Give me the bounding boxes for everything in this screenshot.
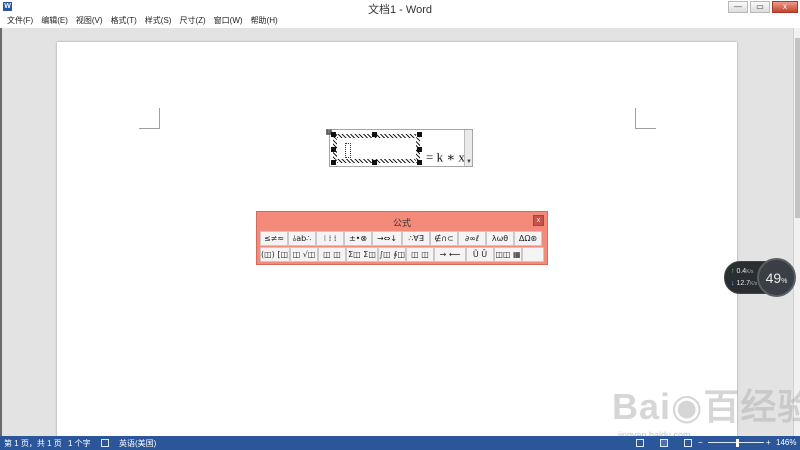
summation-templates-button[interactable]: Σ◫ Σ◫ <box>346 247 378 262</box>
equation-toolbar-palettes: ≤≠≈ ⫰ab∴ ⁝ ⁞ ⁞ ±•⊗ →⇔↓ ∴∀∃ ∉∩⊂ ∂∞ℓ λωθ Δ… <box>260 231 544 263</box>
status-bar: 第 1 页，共 1 页 1 个字 英语(美国) − + 146% <box>0 436 800 450</box>
resize-handle-tm[interactable] <box>372 132 377 137</box>
labeled-arrow-templates-button[interactable]: → ⟵ <box>434 247 466 262</box>
equation-cursor <box>345 143 351 158</box>
download-arrow-icon: ↓ <box>731 280 735 287</box>
menu-size[interactable]: 尺寸(Z) <box>175 14 209 28</box>
product-set-templates-button[interactable]: Ũ Ū <box>466 247 494 262</box>
menu-file[interactable]: 文件(F) <box>3 14 37 28</box>
underbar-overbar-templates-button[interactable]: ◫ ◫ <box>406 247 434 262</box>
close-button[interactable]: x <box>772 1 798 13</box>
misc-symbols-button[interactable]: ∂∞ℓ <box>458 231 486 246</box>
menu-bar: 文件(F) 编辑(E) 视图(V) 格式(T) 样式(S) 尺寸(Z) 窗口(W… <box>0 14 800 28</box>
margin-mark-top-left <box>139 108 160 129</box>
margin-mark-top-right <box>635 108 656 129</box>
percent-sign: % <box>781 278 788 285</box>
operator-symbols-button[interactable]: ±•⊗ <box>344 231 372 246</box>
zoom-out-button[interactable]: − <box>698 438 703 447</box>
restore-button[interactable]: ▭ <box>750 1 770 13</box>
upload-arrow-icon: ↑ <box>731 268 735 275</box>
greek-uppercase-button[interactable]: ΔΩ⊛ <box>514 231 542 246</box>
memory-usage-percent: 49 <box>765 270 782 286</box>
equation-object[interactable]: ⁞ = k ∗ x' ▼ <box>326 129 473 167</box>
empty-palette-slot <box>522 247 544 262</box>
fence-templates-button[interactable]: (◫) [◫] <box>260 247 290 262</box>
title-bar: W 文档1 - Word — ▭ x <box>0 0 800 16</box>
zoom-level[interactable]: 146% <box>776 438 796 447</box>
zoom-in-button[interactable]: + <box>766 438 771 447</box>
workspace-left-border <box>0 28 2 436</box>
resize-handle-tr[interactable] <box>417 132 422 137</box>
window-controls: — ▭ x <box>728 1 798 13</box>
menu-help[interactable]: 帮助(H) <box>247 14 282 28</box>
upload-speed-unit: K/s <box>746 269 754 275</box>
memory-usage-readout: 49% <box>759 270 794 286</box>
equation-text: = k ∗ x' <box>426 147 467 165</box>
resize-handle-tl[interactable] <box>331 132 336 137</box>
symbol-palette-row: ≤≠≈ ⫰ab∴ ⁝ ⁞ ⁞ ±•⊗ →⇔↓ ∴∀∃ ∉∩⊂ ∂∞ℓ λωθ Δ… <box>260 231 544 246</box>
resize-handle-bm[interactable] <box>372 160 377 165</box>
relational-symbols-button[interactable]: ≤≠≈ <box>260 231 288 246</box>
resize-handle-br[interactable] <box>417 160 422 165</box>
equation-scrollbar[interactable]: ▼ <box>464 130 472 166</box>
upload-speed-value: 0.4 <box>736 268 747 275</box>
equation-toolbar: 公式 x ≤≠≈ ⫰ab∴ ⁝ ⁞ ⁞ ±•⊗ →⇔↓ ∴∀∃ ∉∩⊂ ∂∞ℓ … <box>256 211 548 265</box>
greek-lowercase-button[interactable]: λωθ <box>486 231 514 246</box>
fraction-radical-templates-button[interactable]: ◫ √◫ <box>290 247 318 262</box>
watermark-logo: Bai◉百经验 <box>612 386 800 427</box>
equation-slot-area[interactable] <box>337 138 416 159</box>
arrow-symbols-button[interactable]: →⇔↓ <box>372 231 402 246</box>
equation-toolbar-title: 公式 <box>392 218 411 228</box>
menu-edit[interactable]: 编辑(E) <box>37 14 72 28</box>
zoom-slider-thumb[interactable] <box>736 439 739 447</box>
spaces-ellipses-button[interactable]: ⫰ab∴ <box>288 231 316 246</box>
integral-templates-button[interactable]: ∫◫ ∮◫ <box>378 247 406 262</box>
resize-handle-bl[interactable] <box>331 160 336 165</box>
word-count[interactable]: 1 个字 <box>68 438 91 449</box>
download-speed-unit: K/s <box>750 281 758 287</box>
read-mode-icon[interactable] <box>636 439 644 447</box>
resize-handle-ml[interactable] <box>331 147 336 152</box>
menu-style[interactable]: 样式(S) <box>141 14 176 28</box>
vertical-scrollbar[interactable] <box>793 28 800 436</box>
logical-symbols-button[interactable]: ∴∀∃ <box>402 231 430 246</box>
menu-window[interactable]: 窗口(W) <box>210 14 247 28</box>
resize-handle-mr[interactable] <box>417 147 422 152</box>
matrix-templates-button[interactable]: ◫◫ ▦ <box>494 247 522 262</box>
scrollbar-thumb[interactable] <box>795 38 800 218</box>
subscript-superscript-templates-button[interactable]: ◫ ◫ <box>318 247 346 262</box>
memory-usage-gauge[interactable]: 49% <box>757 258 796 297</box>
embellishments-button[interactable]: ⁝ ⁞ ⁞ <box>316 231 344 246</box>
download-speed: ↓ 12.7K/s <box>731 280 757 287</box>
baidu-jingyan-watermark: Bai◉百经验 jingyan.baidu.com <box>612 378 800 440</box>
template-palette-row: (◫) [◫] ◫ √◫ ◫ ◫ Σ◫ Σ◫ ∫◫ ∮◫ ◫ ◫ → ⟵ Ũ Ū… <box>260 247 544 262</box>
network-speed-widget[interactable]: ↑ 0.4K/s ↓ 12.7K/s 49% <box>724 258 796 297</box>
print-layout-icon[interactable] <box>660 439 668 447</box>
equation-toolbar-close-button[interactable]: x <box>533 215 544 226</box>
set-theory-symbols-button[interactable]: ∉∩⊂ <box>430 231 458 246</box>
equation-expression: = k ∗ x <box>426 149 465 165</box>
upload-speed: ↑ 0.4K/s <box>731 268 753 275</box>
equation-input-slot[interactable] <box>333 134 420 163</box>
menu-view[interactable]: 视图(V) <box>72 14 107 28</box>
web-layout-icon[interactable] <box>684 439 692 447</box>
download-speed-value: 12.7 <box>736 280 751 287</box>
minimize-button[interactable]: — <box>728 1 748 13</box>
menu-format[interactable]: 格式(T) <box>107 14 141 28</box>
page-count[interactable]: 第 1 页，共 1 页 <box>4 438 62 449</box>
proofing-icon[interactable] <box>101 439 109 447</box>
language-indicator[interactable]: 英语(美国) <box>119 438 156 449</box>
scroll-down-arrow-icon[interactable]: ▼ <box>466 159 472 165</box>
